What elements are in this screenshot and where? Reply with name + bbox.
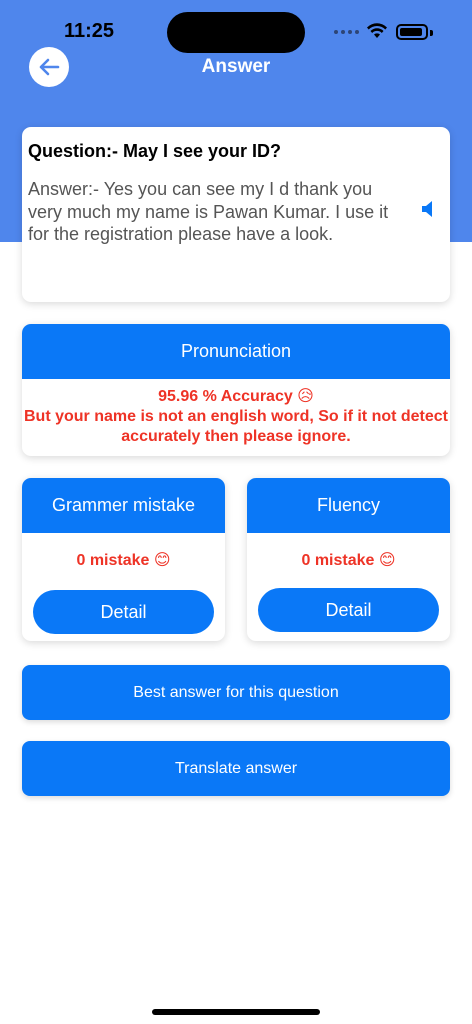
- wifi-icon: [367, 23, 387, 38]
- question-text: Question:- May I see your ID?: [28, 141, 282, 161]
- pronunciation-card: Pronunciation 95.96 % Accuracy 😥 But you…: [22, 324, 450, 456]
- fluency-result: 0 mistake 😊: [301, 552, 396, 569]
- grammar-card: Grammer mistake 0 mistake 😊 Detail: [22, 478, 225, 641]
- battery-tip: [430, 30, 433, 36]
- speaker-icon[interactable]: [420, 199, 436, 219]
- battery-icon: [396, 24, 428, 40]
- grammar-title: Grammer mistake: [22, 478, 225, 533]
- status-icons: [334, 22, 434, 42]
- pronunciation-note: But your name is not an english word, So…: [23, 408, 449, 445]
- status-time: 11:25: [64, 20, 115, 42]
- grammar-detail-button[interactable]: Detail: [33, 590, 214, 634]
- pronunciation-result: 95.96 % Accuracy 😥 But your name is not …: [22, 387, 450, 447]
- home-indicator: [152, 1009, 320, 1015]
- dynamic-island: [167, 12, 305, 53]
- best-answer-button[interactable]: Best answer for this question: [22, 665, 450, 720]
- signal-icon: [334, 30, 359, 34]
- fluency-title: Fluency: [247, 478, 450, 533]
- grammar-result: 0 mistake 😊: [76, 552, 171, 569]
- page-title: Answer: [201, 56, 271, 77]
- fluency-detail-button[interactable]: Detail: [258, 588, 439, 632]
- pronunciation-title: Pronunciation: [22, 324, 450, 379]
- accuracy-text: 95.96 % Accuracy 😥: [158, 388, 314, 405]
- translate-answer-button[interactable]: Translate answer: [22, 741, 450, 796]
- question-answer-card: Question:- May I see your ID? Answer:- Y…: [22, 127, 450, 302]
- answer-text: Answer:- Yes you can see my I d thank yo…: [28, 179, 389, 244]
- fluency-card: Fluency 0 mistake 😊 Detail: [247, 478, 450, 641]
